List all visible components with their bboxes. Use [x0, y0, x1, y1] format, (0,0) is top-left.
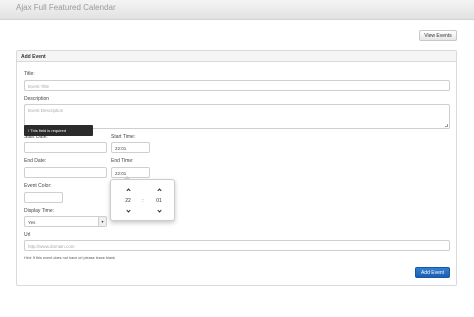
end-date-label: End Date: [24, 158, 47, 164]
description-label: Description [24, 96, 50, 102]
top-bar: Ajax Full Featured Calendar [0, 0, 474, 20]
view-events-button[interactable]: View Events [419, 30, 457, 41]
app-title: Ajax Full Featured Calendar [16, 3, 116, 12]
start-date-input[interactable] [24, 142, 107, 153]
chevron-up-icon [156, 188, 162, 193]
time-separator: : [142, 197, 144, 204]
time-picker-popup: 22 : 01 [110, 176, 175, 221]
end-date-input[interactable] [24, 167, 107, 178]
minute-increment-button[interactable] [154, 186, 164, 193]
panel-title: Add Event [17, 51, 456, 62]
dropdown-arrow-icon[interactable]: ▾ [98, 217, 106, 226]
chevron-down-icon [125, 208, 131, 213]
chevron-down-icon [156, 208, 162, 213]
required-tooltip: ! This field is required [24, 125, 93, 136]
url-hint: Hint: If this event does not have url pl… [24, 256, 115, 260]
url-label: Url [24, 232, 31, 238]
start-time-label: Start Time: [111, 134, 136, 140]
display-time-value: Yes [28, 220, 36, 225]
minute-decrement-button[interactable] [154, 208, 164, 215]
title-label: Title: [24, 71, 35, 77]
url-input[interactable]: http://www.domain.com [24, 240, 450, 251]
description-placeholder: Event Description [28, 108, 64, 113]
resize-grip-icon[interactable] [445, 124, 448, 127]
hour-value[interactable]: 22 [123, 197, 133, 204]
hour-decrement-button[interactable] [123, 208, 133, 215]
hour-increment-button[interactable] [123, 186, 133, 193]
minute-value[interactable]: 01 [154, 197, 164, 204]
event-color-input[interactable] [24, 192, 63, 203]
display-time-label: Display Time: [24, 208, 55, 214]
display-time-select[interactable]: Yes ▾ [24, 216, 107, 227]
end-time-label: End Time: [111, 158, 134, 164]
start-time-input[interactable]: 22:01 [111, 142, 150, 153]
chevron-up-icon [125, 188, 131, 193]
event-color-label: Event Color: [24, 183, 52, 189]
title-input[interactable]: Event Title [24, 80, 450, 91]
popup-pointer [123, 176, 131, 180]
add-event-button[interactable]: Add Event [415, 267, 450, 278]
